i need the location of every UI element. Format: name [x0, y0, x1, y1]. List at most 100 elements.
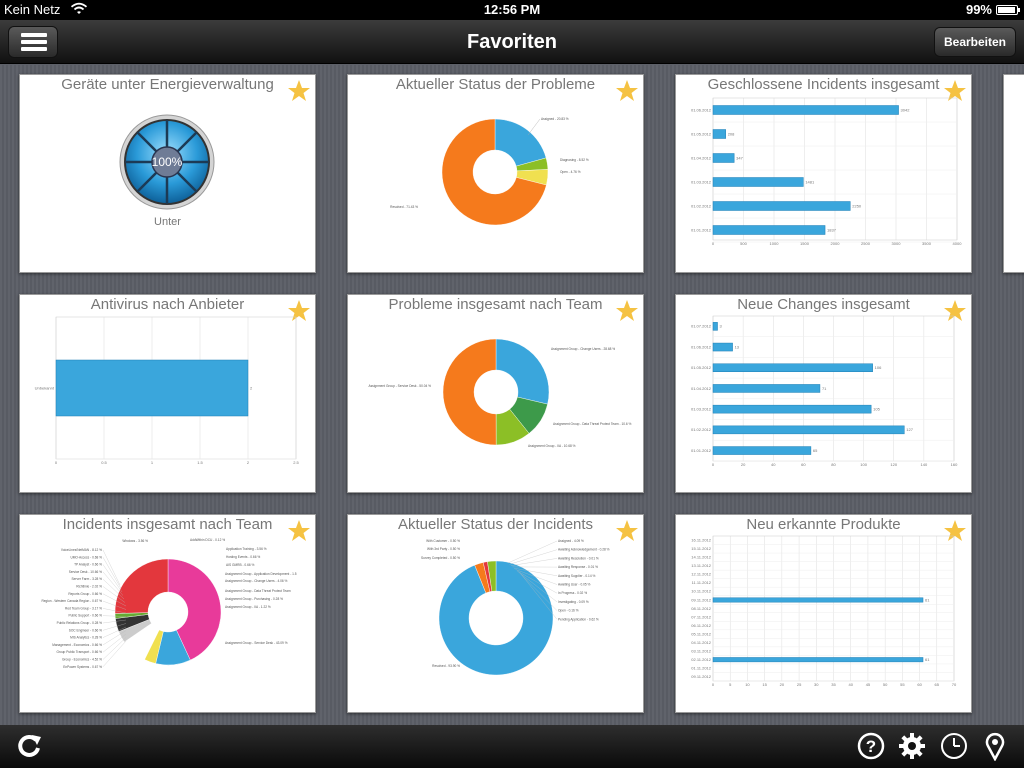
card-incident-status[interactable]: Aktueller Status der Incidents With Cust…: [347, 514, 644, 713]
antivirus-bar-chart: 0 0.5 1 1.5 2 2.5 Unbekannt 2: [35, 316, 300, 465]
bar: [712, 425, 905, 435]
gauge-chart: [119, 114, 215, 210]
location-icon[interactable]: [980, 731, 1010, 761]
bar: [712, 225, 826, 235]
tick-label: 50: [883, 682, 888, 687]
slice-label: Reports Group - 0.66 %: [68, 592, 102, 596]
slice-label: Awaiting Supplier - 0.14 %: [558, 574, 595, 578]
leader-line: [527, 118, 541, 136]
tick-label: 2.5: [293, 460, 299, 465]
category-label: 01.03.2012: [691, 406, 712, 411]
bar: [712, 446, 812, 455]
tick-label: 20: [780, 682, 785, 687]
bottom-toolbar: ?: [0, 725, 1024, 768]
tick-label: 140: [921, 462, 928, 467]
settings-icon[interactable]: [897, 731, 927, 761]
tick-label: 25: [797, 682, 802, 687]
slice-label: Hosting Events - 0.66 %: [226, 555, 260, 559]
bar: [712, 322, 718, 331]
slice-label: Diagnosing - 8.52 %: [560, 158, 589, 162]
card-power-managed-devices[interactable]: Geräte unter Energieverwaltung 100% Unte…: [19, 74, 316, 273]
value-label: 208: [728, 131, 735, 136]
tick-label: 60: [801, 462, 806, 467]
slice-label: Assignment Group - Purchasing - 0.28 %: [225, 597, 283, 601]
help-icon[interactable]: ?: [856, 731, 886, 761]
leader-line: [102, 640, 127, 667]
slice-label: Awaiting Acknowledgement - 0.28 %: [558, 548, 610, 552]
slice-label: Assignment Group - Change Users - 28.68 …: [551, 347, 615, 351]
value-label: 71: [822, 386, 827, 391]
slice-label: With Customer - 0.50 %: [426, 539, 460, 543]
slice-label: In Progress - 0.02 %: [558, 591, 587, 595]
leader-line: [102, 549, 121, 586]
donut-slice: [494, 118, 547, 167]
edit-button[interactable]: Bearbeiten: [934, 27, 1016, 57]
slice-label: Region - Western Canada Region - 0.67 %: [41, 599, 102, 603]
bar: [712, 105, 899, 115]
problems-by-team-donut: Assignment Group - Change Users - 28.68 …: [368, 338, 632, 448]
slice-label: Service Desk - 10.66 %: [69, 570, 102, 574]
bar: [712, 384, 821, 393]
slice-label: Public Support - 0.66 %: [69, 614, 103, 618]
slice-label: Investigating - 0.09 %: [558, 600, 589, 604]
leader-line: [102, 637, 127, 660]
problem-status-donut: Assigned - 20.83 % Diagnosing - 8.52 % Ope…: [390, 117, 589, 226]
slice-label: Assignment Group - Application Developme…: [225, 572, 297, 576]
slice-label: Resolved - 71.43 %: [390, 205, 418, 209]
value-label: 2: [250, 385, 253, 390]
card-problem-status[interactable]: Aktueller Status der Probleme Assigned -…: [347, 74, 644, 273]
slice-label: Assignment Group - Data Threat Protect T…: [553, 422, 632, 426]
bar: [712, 404, 872, 414]
card-closed-incidents[interactable]: Geschlossene Incidents insgesamt 0 500 100…: [675, 74, 972, 273]
card-problems-by-team[interactable]: Probleme insgesamt nach Team Assignment …: [347, 294, 644, 493]
category-label: 01.04.2012: [691, 155, 712, 160]
slice-label: Red Team Group - 3.17 %: [65, 606, 102, 610]
category-label: 01.07.2012: [691, 324, 712, 329]
tick-label: 40: [848, 682, 853, 687]
value-label: 105: [873, 406, 880, 411]
tick-label: 45: [866, 682, 871, 687]
value-label: 1837: [827, 227, 837, 232]
closed-incidents-bar-chart: 0 500 1000 1500 2000 2500 3000 3500 400001.06.20…: [691, 97, 962, 246]
category-label: 15.11.2012: [691, 546, 711, 551]
tick-label: 0: [712, 462, 715, 467]
slice-label: Survey Completed - 0.50 %: [421, 556, 460, 560]
clock-icon[interactable]: [939, 731, 969, 761]
card-new-changes[interactable]: Neue Changes insgesamt 0 20 40 60 80 100 120 14…: [675, 294, 972, 493]
category-label: 04.11.2012: [691, 640, 711, 645]
slice-label: Resolved - 93.90 %: [432, 664, 460, 668]
category-label: 01.01.2012: [691, 227, 712, 232]
card-antivirus-vendor[interactable]: Antivirus nach Anbieter 0 0.5 1 1.5 2 2.5 Unbe…: [19, 294, 316, 493]
leader-line: [102, 557, 122, 589]
refresh-icon[interactable]: [14, 731, 44, 761]
tick-label: 5: [729, 682, 732, 687]
slice-label: SOC Engineer - 0.66 %: [69, 628, 102, 632]
slice-label: Open - 4.76 %: [560, 170, 581, 174]
value-label: 61: [925, 657, 930, 662]
card-partial[interactable]: [1003, 74, 1024, 273]
category-label: 01.04.2012: [691, 386, 712, 391]
category-label: 14.11.2012: [691, 555, 711, 560]
battery-icon: [996, 5, 1020, 15]
tick-label: 20: [741, 462, 746, 467]
category-label: 09.11.2012: [691, 674, 711, 679]
slice-label: Group Public Transport - 0.66 %: [56, 650, 102, 654]
slice-label: Assignment Group - Data Threat Protect T…: [225, 589, 291, 593]
card-incidents-by-team[interactable]: Incidents insgesamt nach Team VoiceLines…: [19, 514, 316, 713]
clock-time: 12:56 PM: [483, 2, 541, 17]
tick-label: 60: [917, 682, 922, 687]
donut-slice: [495, 338, 550, 405]
tick-label: 35: [831, 682, 836, 687]
bar: [712, 153, 735, 163]
slice-label: Awaiting Response - 0.01 %: [558, 565, 598, 569]
slice-label: Awaiting User - 0.05 %: [558, 583, 591, 587]
category-label: 10.11.2012: [691, 589, 711, 594]
slice-label: Richtlinie - 2.02 %: [76, 585, 102, 589]
slice-label: Windows - 3.56 %: [122, 539, 148, 543]
tick-label: 70: [952, 682, 957, 687]
value-label: 106: [875, 365, 882, 370]
category-label: 02.11.2012: [691, 657, 711, 662]
card-new-products[interactable]: Neu erkannte Produkte 0 5 10 15 20 25 30 35 40 45…: [675, 514, 972, 713]
tick-label: 100: [860, 462, 867, 467]
category-label: 01.03.2012: [691, 179, 712, 184]
